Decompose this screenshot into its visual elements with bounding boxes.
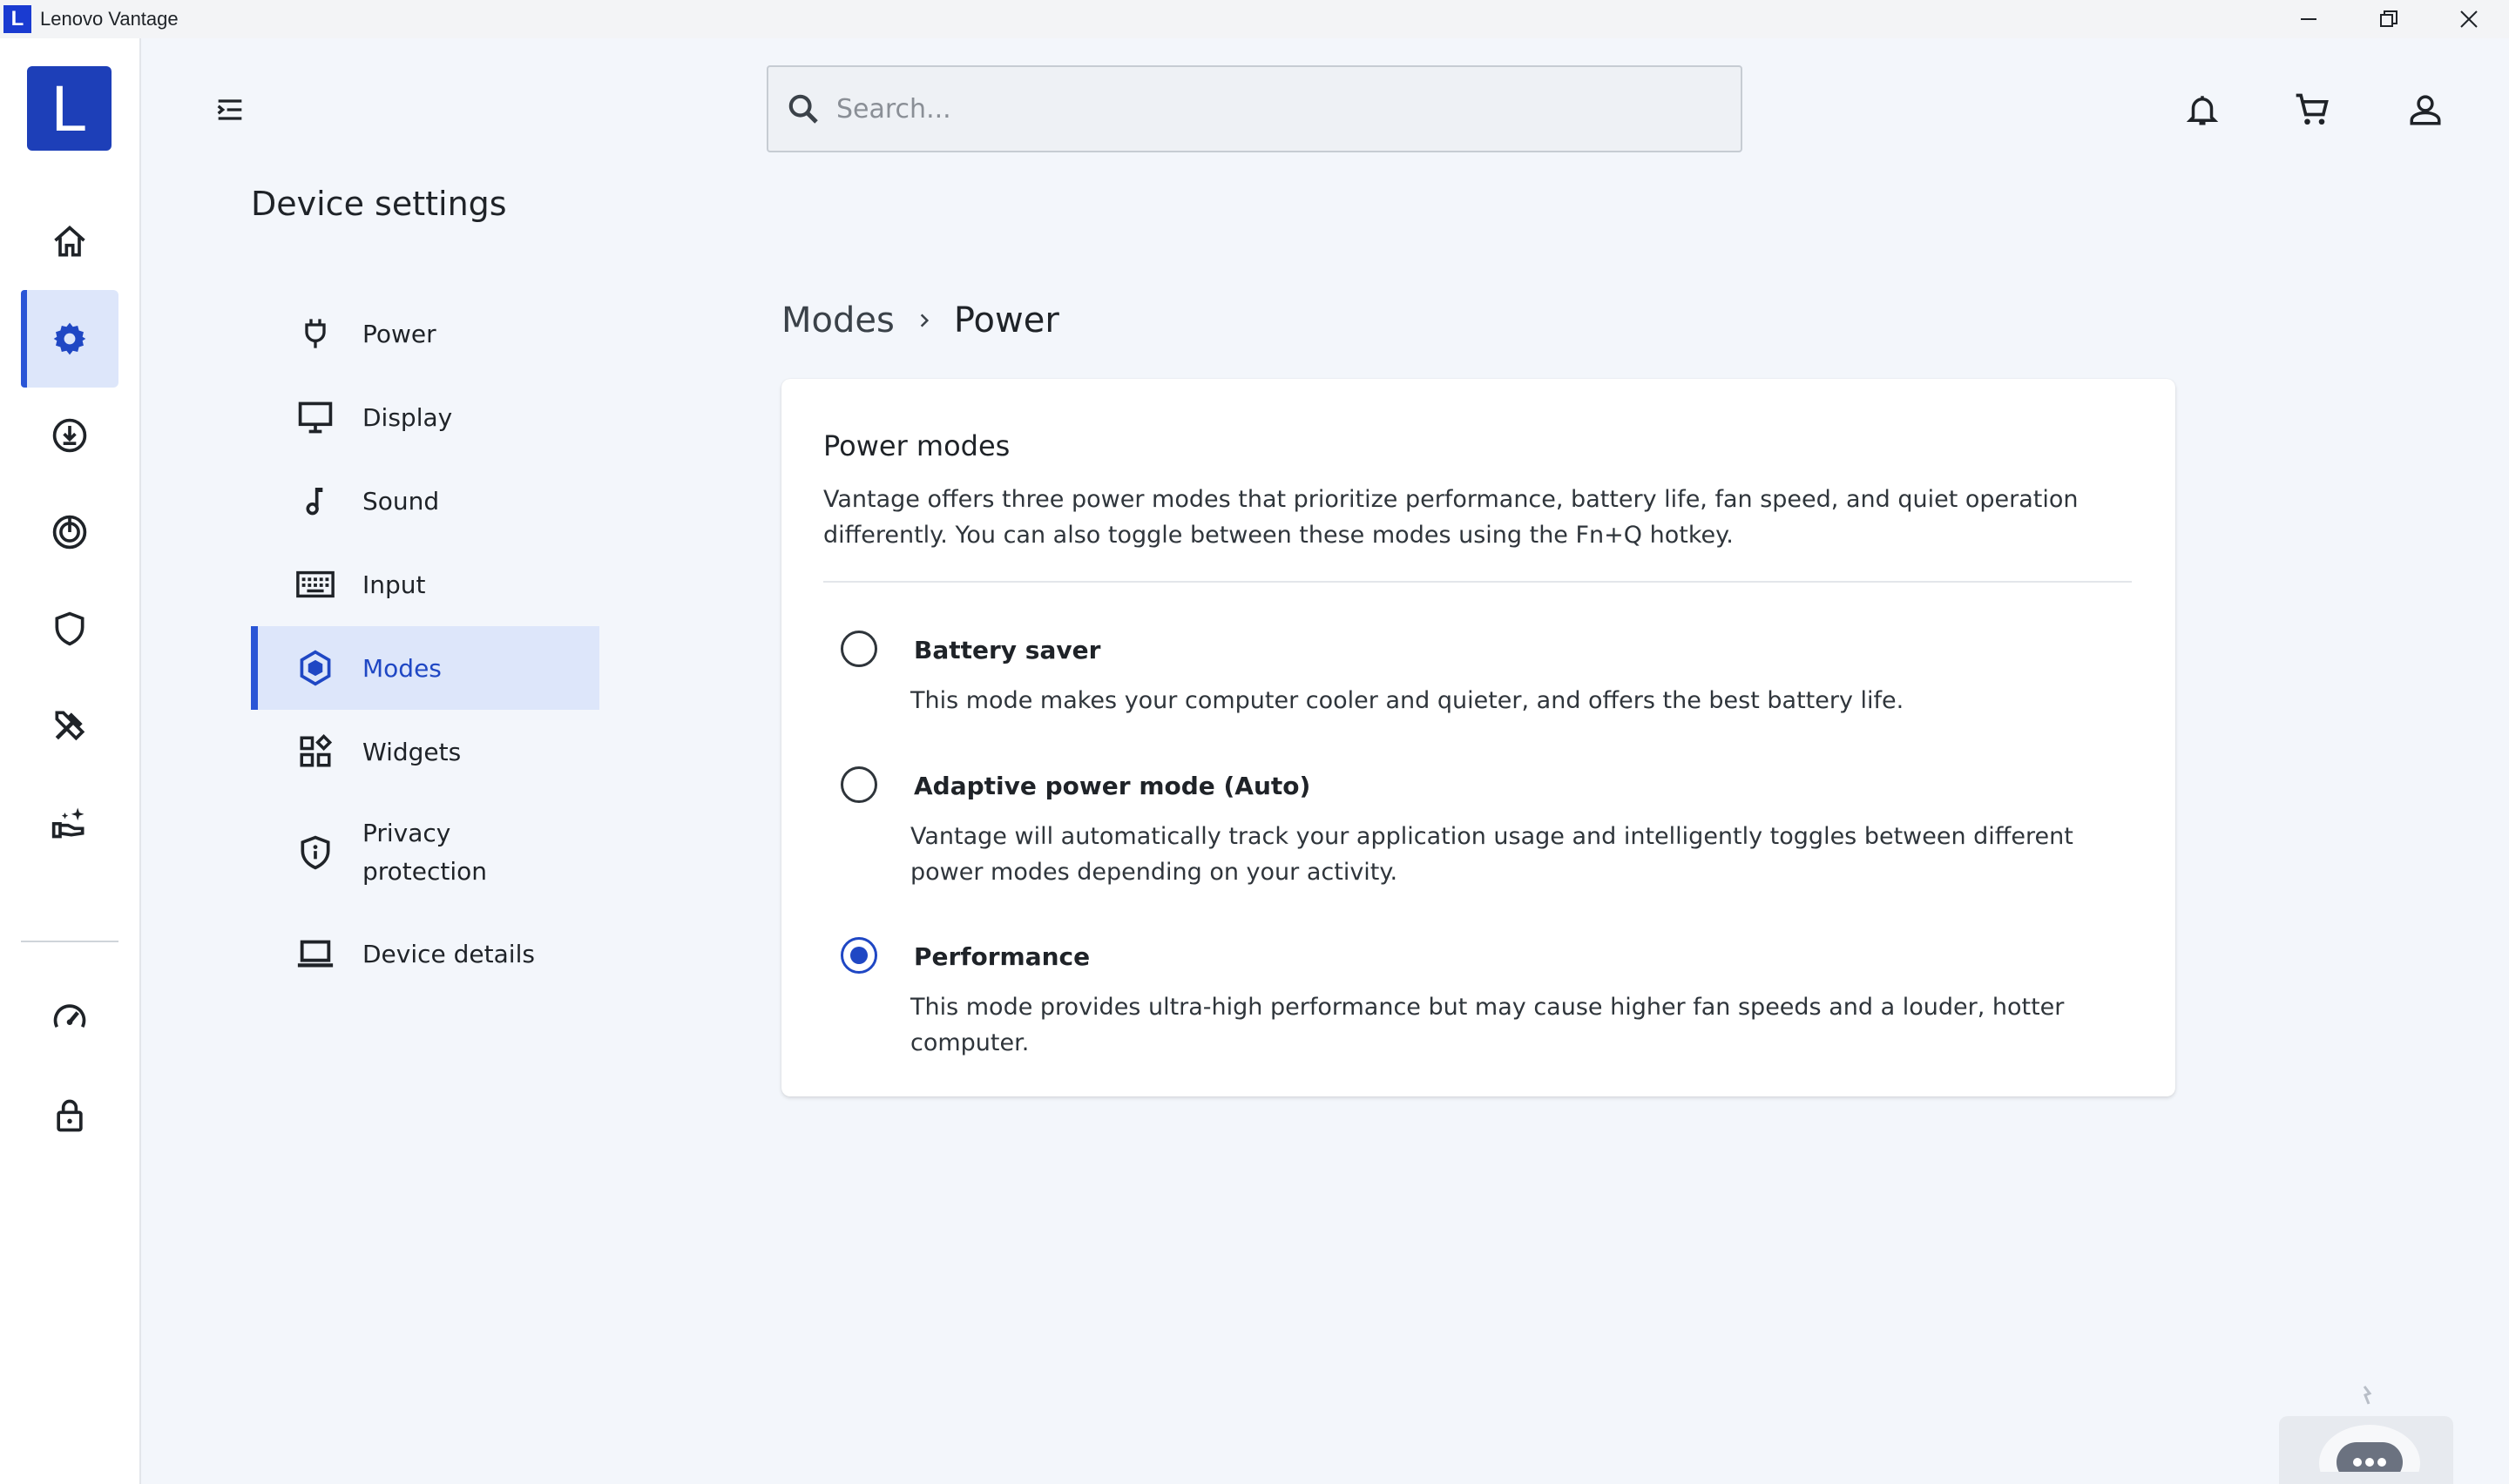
rail-home[interactable] <box>21 193 118 291</box>
hexagon-icon <box>294 647 336 689</box>
option-description: This mode provides ultra-high performanc… <box>910 994 2065 1056</box>
rail-lock[interactable] <box>21 1067 118 1164</box>
minimize-icon <box>2301 18 2316 20</box>
left-rail: L <box>0 38 141 1484</box>
lock-icon <box>57 1099 83 1132</box>
widgets-icon <box>294 731 336 772</box>
subnav-label: Display <box>362 402 453 432</box>
device-settings-nav: Power Display Sound Input Modes Widgets <box>251 292 599 995</box>
speedometer-icon <box>53 1004 86 1029</box>
rail-updates[interactable] <box>21 387 118 484</box>
minimize-button[interactable] <box>2269 0 2349 38</box>
subnav-label: Modes <box>362 653 442 683</box>
subnav-label: Power <box>362 319 436 348</box>
plug-icon <box>294 313 336 354</box>
subnav-item-sound[interactable]: Sound <box>251 459 599 543</box>
window-title: Lenovo Vantage <box>40 8 179 30</box>
subnav-item-display[interactable]: Display <box>251 375 599 459</box>
search-icon <box>788 94 818 124</box>
battery-saver-radio[interactable] <box>841 631 877 667</box>
option-title: Performance <box>914 942 1091 971</box>
privacy-label-line1: Privacy <box>362 819 451 847</box>
title-bar: L Lenovo Vantage <box>0 0 2509 38</box>
account-button[interactable] <box>2401 85 2450 134</box>
music-note-icon <box>294 480 336 522</box>
rail-gaming[interactable] <box>21 483 118 581</box>
keyboard-icon <box>294 563 336 605</box>
option-title: Battery saver <box>914 636 1101 664</box>
page-title: Device settings <box>251 185 507 223</box>
cart-button[interactable] <box>2288 85 2337 134</box>
lenovo-brand-logo[interactable]: L <box>27 66 112 151</box>
option-description: This mode makes your computer cooler and… <box>910 687 1904 714</box>
adaptive-power-radio[interactable] <box>841 766 877 803</box>
subnav-label: Input <box>362 570 426 599</box>
tools-icon <box>55 711 85 741</box>
performance-radio[interactable] <box>841 937 877 974</box>
download-icon <box>52 418 87 453</box>
home-icon <box>54 226 85 257</box>
rail-performance[interactable] <box>21 970 118 1068</box>
menu-toggle-button[interactable] <box>209 89 251 131</box>
app-logo: L <box>3 5 31 33</box>
subnav-label: Device details <box>362 939 535 968</box>
gear-icon <box>53 322 86 355</box>
menu-collapse-icon <box>217 99 242 120</box>
subnav-item-modes[interactable]: Modes <box>251 626 599 710</box>
subnav-item-device-details[interactable]: Device details <box>251 912 599 995</box>
subnav-item-input[interactable]: Input <box>251 543 599 626</box>
virtual-assistant-button[interactable] <box>2279 1386 2453 1484</box>
subnav-item-privacy[interactable]: Privacy protection <box>251 793 599 912</box>
gaming-icon <box>52 515 87 550</box>
search-input[interactable] <box>836 93 1690 125</box>
privacy-label-line2: protection <box>362 857 488 886</box>
breadcrumb-modes-link[interactable]: Modes <box>781 300 895 341</box>
close-button[interactable] <box>2429 0 2509 38</box>
chevron-right-icon <box>916 312 933 329</box>
power-modes-card: Power modes Vantage offers three power m… <box>781 379 2175 1096</box>
option-title: Adaptive power mode (Auto) <box>914 772 1311 800</box>
search-box[interactable] <box>767 65 1742 152</box>
power-modes-description: Vantage offers three power modes that pr… <box>823 486 2079 549</box>
rail-support[interactable] <box>21 773 118 871</box>
shield-icon <box>55 611 85 646</box>
monitor-icon <box>294 396 336 438</box>
bell-icon <box>2186 96 2219 125</box>
rail-device-settings[interactable] <box>21 290 118 388</box>
subnav-item-widgets[interactable]: Widgets <box>251 710 599 793</box>
card-divider <box>823 581 2132 583</box>
privacy-shield-icon <box>294 832 336 874</box>
user-icon <box>2410 95 2441 125</box>
rail-tools[interactable] <box>21 677 118 774</box>
subnav-item-power[interactable]: Power <box>251 292 599 375</box>
cart-icon <box>2296 93 2329 125</box>
assistant-robot-icon <box>2319 1386 2420 1472</box>
option-description: Vantage will automatically track your ap… <box>910 823 2073 886</box>
laptop-icon <box>294 933 336 975</box>
support-hand-icon <box>51 807 85 839</box>
breadcrumb: Modes Power <box>781 300 1059 341</box>
breadcrumb-current: Power <box>953 300 1059 341</box>
rail-security[interactable] <box>21 580 118 678</box>
notifications-button[interactable] <box>2178 85 2227 134</box>
restore-icon <box>2380 10 2397 27</box>
subnav-label: Privacy protection <box>362 814 487 891</box>
window-controls <box>2269 0 2509 38</box>
close-icon <box>2460 10 2478 28</box>
subnav-label: Widgets <box>362 737 462 766</box>
rail-divider <box>21 941 118 942</box>
subnav-label: Sound <box>362 486 440 516</box>
power-modes-title: Power modes <box>823 429 1011 462</box>
restore-button[interactable] <box>2349 0 2429 38</box>
